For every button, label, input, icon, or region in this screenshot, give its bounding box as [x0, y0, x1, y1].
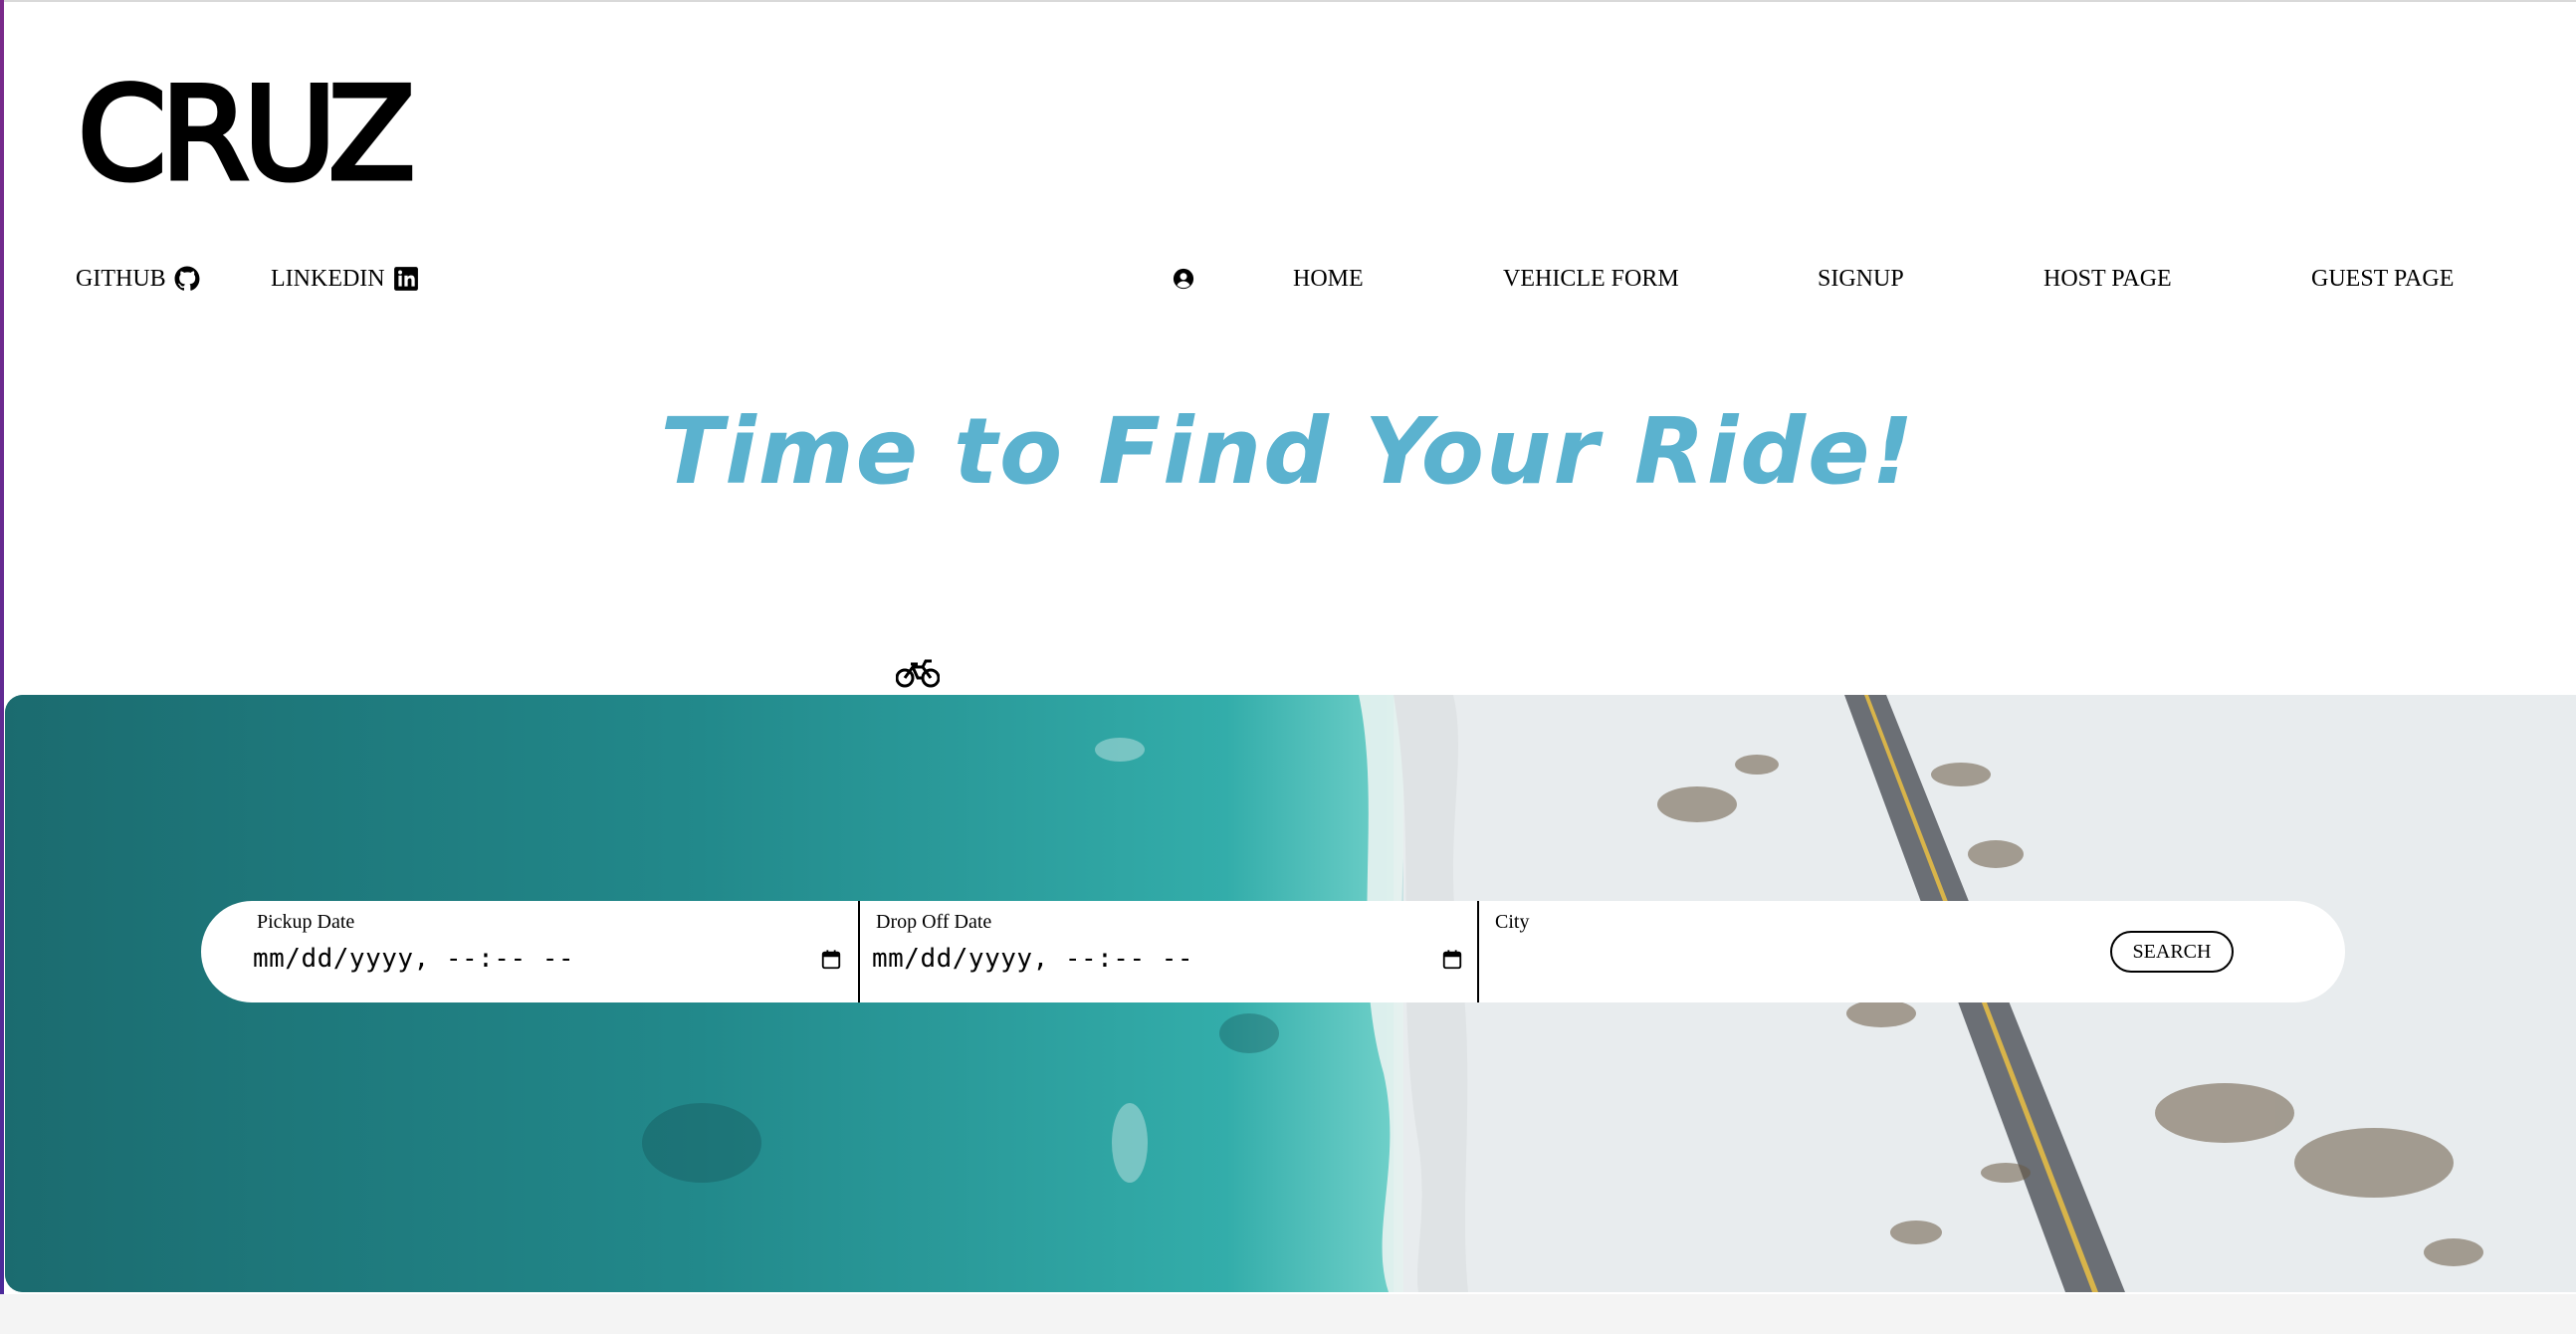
- pickup-date-input[interactable]: mm/dd/yyyy, --:-- --: [253, 939, 574, 979]
- nav-host-page[interactable]: HOST PAGE: [2043, 263, 2172, 295]
- profile-link[interactable]: [1171, 263, 1196, 295]
- nav-vehicle-form[interactable]: VEHICLE FORM: [1503, 263, 1679, 295]
- calendar-icon[interactable]: [820, 949, 842, 971]
- city-input[interactable]: [1495, 939, 2092, 979]
- pickup-date-field: Pickup Date mm/dd/yyyy, --:-- --: [201, 901, 860, 1002]
- city-field[interactable]: City SEARCH: [1479, 901, 2345, 1002]
- nav-github-label: GITHUB: [76, 265, 166, 292]
- dropoff-date-label: Drop Off Date: [876, 911, 992, 933]
- pickup-date-label: Pickup Date: [257, 911, 355, 933]
- nav-linkedin-label: LINKEDIN: [271, 265, 385, 292]
- city-label: City: [1495, 911, 1530, 933]
- nav-signup[interactable]: SIGNUP: [1818, 263, 1904, 295]
- motorcycle-icon: [895, 657, 941, 689]
- search-bar: Pickup Date mm/dd/yyyy, --:-- -- Drop Of…: [201, 901, 2345, 1002]
- nav-github-link[interactable]: GITHUB: [76, 263, 200, 295]
- search-button[interactable]: SEARCH: [2110, 931, 2234, 973]
- window-edge: [0, 0, 4, 1334]
- footer-band: [0, 1294, 2576, 1334]
- page: CRUZ GITHUB LINKEDIN HOME VEHICLE FORM S…: [0, 0, 2576, 1334]
- nav-home[interactable]: HOME: [1293, 263, 1364, 295]
- top-divider: [0, 0, 2576, 2]
- logo[interactable]: CRUZ: [75, 69, 417, 201]
- user-circle-icon: [1171, 266, 1196, 292]
- linkedin-icon: [393, 266, 419, 292]
- dropoff-date-field: Drop Off Date mm/dd/yyyy, --:-- --: [860, 901, 1479, 1002]
- nav-guest-page[interactable]: GUEST PAGE: [2311, 263, 2454, 295]
- hero-headline: Time to Find Your Ride!: [660, 398, 1916, 505]
- nav-linkedin-link[interactable]: LINKEDIN: [271, 263, 419, 295]
- github-icon: [174, 266, 200, 292]
- calendar-icon[interactable]: [1441, 949, 1463, 971]
- dropoff-date-input[interactable]: mm/dd/yyyy, --:-- --: [872, 939, 1193, 979]
